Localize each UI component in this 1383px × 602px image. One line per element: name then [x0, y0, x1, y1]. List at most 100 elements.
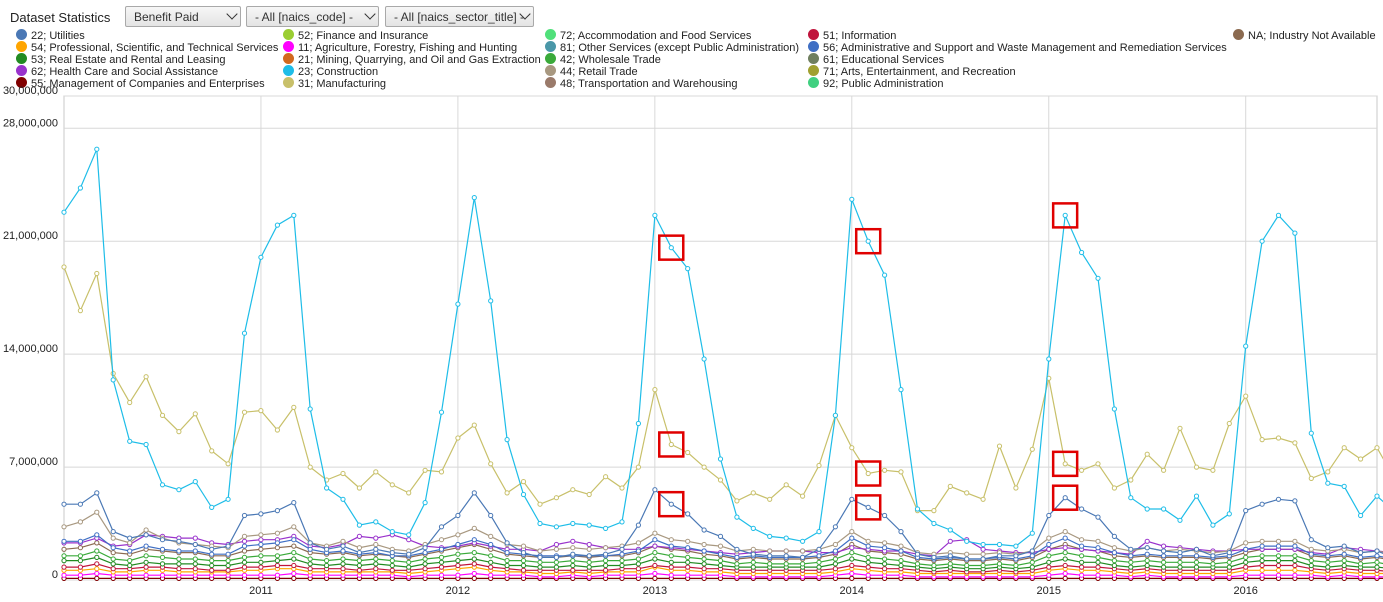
data-point: [816, 559, 822, 565]
data-point: [1341, 551, 1347, 557]
data-point: [964, 556, 970, 562]
data-point: [652, 556, 658, 562]
data-point: [1358, 512, 1364, 519]
data-point: [996, 561, 1003, 567]
data-point: [159, 561, 166, 567]
data-point: [241, 548, 248, 554]
data-point: [882, 512, 888, 519]
data-point: [1275, 496, 1282, 502]
data-point: [685, 511, 691, 517]
data-point: [176, 561, 182, 567]
data-point: [1128, 559, 1134, 565]
data-point: [1079, 543, 1085, 549]
data-point: [767, 533, 773, 540]
data-point: [1095, 559, 1101, 565]
data-point: [1308, 430, 1314, 436]
data-point: [832, 548, 839, 554]
data-point: [603, 562, 609, 569]
data-point: [1358, 561, 1364, 567]
data-point: [882, 272, 888, 278]
data-point: [1275, 567, 1282, 573]
x-tick-label: 2012: [446, 585, 470, 597]
data-point: [1210, 467, 1216, 473]
data-point: [783, 482, 789, 488]
data-point: [209, 546, 215, 552]
data-point: [373, 556, 379, 562]
data-point: [61, 564, 67, 570]
data-point: [570, 567, 576, 573]
data-point: [898, 469, 904, 475]
data-point: [668, 564, 674, 570]
data-point: [1210, 522, 1216, 528]
data-point: [504, 550, 510, 556]
data-point: [225, 551, 231, 557]
data-point: [258, 559, 264, 565]
data-point: [1029, 553, 1035, 559]
data-point: [455, 435, 461, 441]
data-point: [586, 522, 592, 528]
data-point: [94, 490, 100, 496]
data-point: [1193, 564, 1200, 570]
data-point: [767, 496, 773, 502]
data-point: [1292, 572, 1298, 578]
data-point: [94, 566, 100, 572]
data-point: [455, 558, 461, 564]
data-point: [61, 572, 67, 578]
data-point: [1111, 533, 1118, 540]
data-point: [1292, 553, 1298, 559]
data-point: [996, 553, 1003, 559]
data-point: [1062, 550, 1068, 556]
data-point: [1062, 495, 1068, 501]
data-point: [274, 562, 280, 569]
data-point: [1144, 558, 1150, 564]
data-point: [570, 538, 576, 544]
data-point: [668, 559, 674, 565]
data-point: [1259, 238, 1265, 244]
data-point: [800, 548, 806, 554]
data-point: [783, 535, 789, 541]
data-point: [1013, 553, 1019, 559]
data-point: [1292, 538, 1298, 544]
data-point: [209, 448, 215, 454]
data-point: [668, 245, 674, 251]
data-point: [241, 512, 248, 519]
data-point: [1177, 559, 1183, 565]
data-point: [1095, 545, 1101, 551]
data-point: [898, 558, 904, 564]
data-point: [701, 527, 707, 533]
data-point: [750, 490, 756, 496]
data-point: [1374, 559, 1380, 565]
data-point: [159, 572, 166, 578]
data-point: [274, 558, 280, 564]
data-point: [1029, 559, 1035, 565]
data-point: [192, 479, 198, 485]
data-point: [865, 554, 871, 561]
data-point: [94, 532, 100, 538]
data-point: [947, 483, 953, 489]
y-tick-label: 30,000,000: [3, 85, 58, 97]
data-point: [192, 411, 198, 417]
data-point: [127, 558, 133, 564]
data-point: [1210, 561, 1216, 567]
data-point: [1259, 567, 1265, 573]
data-point: [1029, 548, 1035, 554]
data-point: [471, 550, 477, 556]
data-point: [209, 558, 215, 564]
data-point: [750, 525, 756, 532]
data-point: [176, 548, 182, 554]
data-point: [1062, 545, 1068, 551]
data-point: [553, 564, 560, 570]
data-point: [356, 485, 362, 491]
data-point: [1111, 545, 1118, 551]
data-point: [241, 543, 248, 549]
data-point: [603, 525, 609, 532]
data-point: [1095, 554, 1101, 561]
data-point: [816, 529, 822, 535]
data-point: [931, 508, 937, 514]
data-point: [1325, 469, 1331, 475]
data-point: [291, 212, 297, 218]
data-point: [849, 570, 855, 577]
data-point: [685, 449, 691, 456]
data-point: [291, 524, 297, 530]
data-point: [356, 545, 362, 551]
